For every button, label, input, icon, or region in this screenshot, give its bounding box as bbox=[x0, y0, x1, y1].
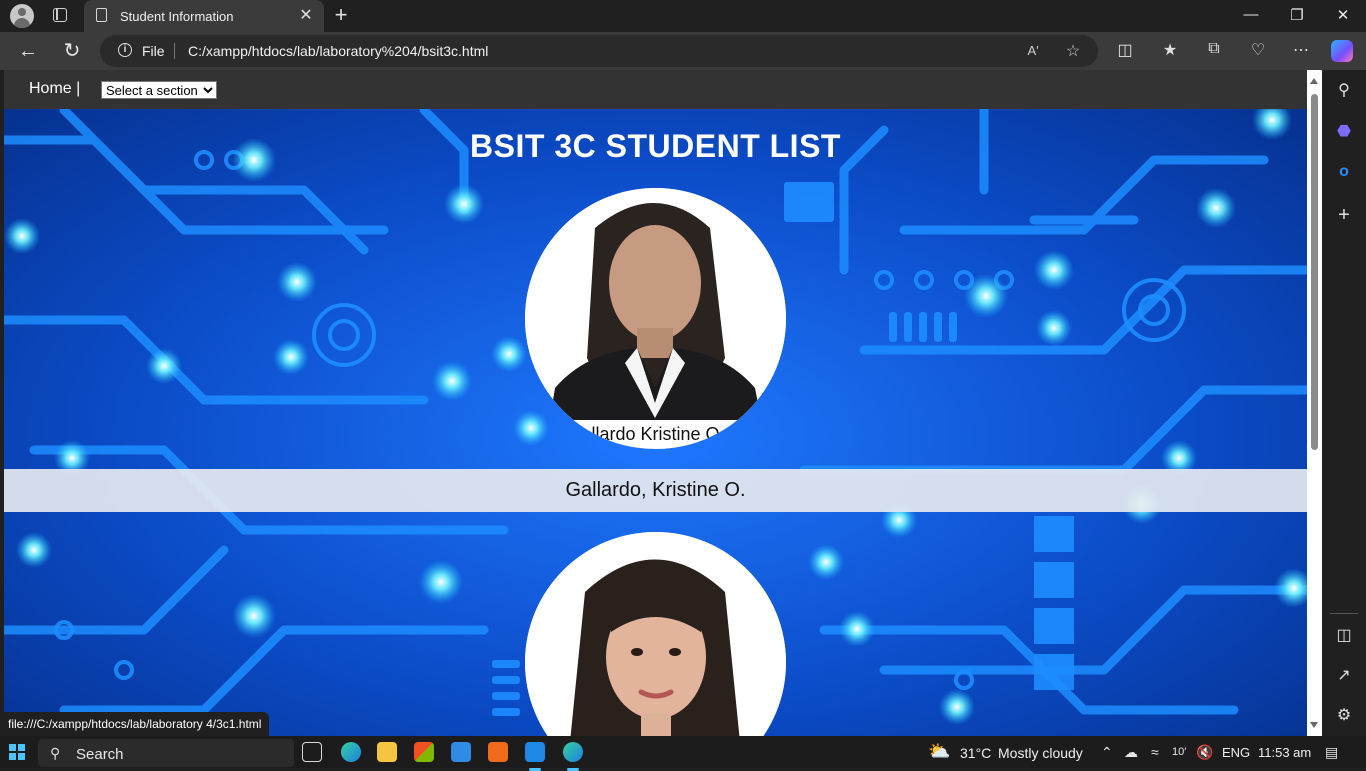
close-tab-icon[interactable]: ✕ bbox=[296, 5, 316, 25]
address-separator bbox=[174, 43, 175, 59]
site-navbar: Home | Select a section bbox=[4, 70, 1307, 109]
search-label: Search bbox=[76, 746, 124, 763]
browser-toolbar: ← ↻ i File C:/xampp/htdocs/lab/laborator… bbox=[0, 32, 1366, 70]
wifi-icon[interactable]: ≈ bbox=[1151, 744, 1159, 760]
tab-title: Student Information bbox=[120, 9, 234, 24]
new-tab-button[interactable]: + bbox=[331, 3, 351, 27]
browser-tab-bar: Student Information ✕ + — ❐ ✕ bbox=[0, 0, 1366, 32]
scroll-up-icon[interactable] bbox=[1310, 78, 1318, 84]
sidebar-add-icon[interactable]: + bbox=[1334, 205, 1354, 225]
weather-text[interactable]: Mostly cloudy bbox=[998, 745, 1083, 761]
section-select[interactable]: Select a section bbox=[101, 81, 217, 99]
browser-essentials-icon[interactable]: ♡ bbox=[1247, 40, 1269, 60]
link-status-bar: file:///C:/xampp/htdocs/lab/laboratory 4… bbox=[0, 712, 270, 736]
edge-sidebar: ⚲ ⬣ o + ◫ ↗ ⚙ bbox=[1322, 70, 1366, 736]
search-icon: ⚲ bbox=[50, 745, 61, 761]
minimize-icon[interactable]: — bbox=[1236, 6, 1266, 23]
tab-actions-icon[interactable] bbox=[53, 8, 67, 22]
file-explorer-icon[interactable] bbox=[377, 742, 397, 762]
address-scheme: File bbox=[142, 43, 165, 59]
page-title: BSIT 3C STUDENT LIST bbox=[470, 128, 841, 164]
sidebar-external-link-icon[interactable]: ↗ bbox=[1334, 666, 1354, 686]
page-scrollbar[interactable] bbox=[1307, 70, 1322, 736]
weather-icon[interactable]: ⛅ bbox=[928, 741, 950, 762]
onedrive-icon[interactable]: ☁ bbox=[1124, 744, 1138, 761]
student-photo[interactable]: llardo Kristine O bbox=[525, 188, 786, 449]
home-link[interactable]: Home | bbox=[29, 80, 80, 98]
address-bar[interactable]: i File C:/xampp/htdocs/lab/laboratory%20… bbox=[100, 35, 1098, 67]
scroll-down-icon[interactable] bbox=[1310, 722, 1318, 728]
profile-avatar-icon[interactable] bbox=[10, 4, 34, 28]
windows-taskbar: ⚲ Search ⛅ 31°C Mostly cloudy ⌃ ☁ ≈ 10′ … bbox=[0, 736, 1366, 771]
page-viewport: Home | Select a section BSIT 3C STUDENT … bbox=[4, 70, 1307, 736]
edge-app-icon[interactable] bbox=[341, 742, 361, 762]
site-info-icon[interactable]: i bbox=[118, 43, 132, 57]
more-menu-icon[interactable]: ⋯ bbox=[1290, 40, 1312, 60]
clock[interactable]: 11:53 am bbox=[1258, 745, 1311, 760]
task-view-icon[interactable] bbox=[302, 742, 322, 762]
taskbar-search[interactable]: ⚲ Search bbox=[38, 739, 294, 767]
split-screen-icon[interactable]: ◫ bbox=[1114, 40, 1136, 60]
favorites-icon[interactable]: ★ bbox=[1159, 40, 1181, 60]
vscode-icon[interactable] bbox=[525, 742, 545, 771]
weather-temp[interactable]: 31°C bbox=[960, 745, 991, 761]
sidebar-copilot-icon[interactable]: ⬣ bbox=[1334, 122, 1354, 142]
sidebar-toggle-icon[interactable]: ◫ bbox=[1334, 626, 1354, 646]
read-aloud-icon[interactable]: A′ bbox=[1022, 43, 1044, 58]
sidebar-settings-icon[interactable]: ⚙ bbox=[1334, 706, 1354, 726]
sidebar-search-icon[interactable]: ⚲ bbox=[1334, 81, 1354, 101]
xampp-icon[interactable] bbox=[488, 742, 508, 762]
photo-caption: llardo Kristine O bbox=[591, 424, 720, 444]
restore-icon[interactable]: ❐ bbox=[1282, 6, 1312, 24]
student-name-band: Gallardo, Kristine O. bbox=[4, 469, 1307, 512]
store-icon[interactable] bbox=[414, 742, 434, 762]
language-indicator[interactable]: ENG bbox=[1222, 745, 1250, 760]
notifications-icon[interactable]: ▤ bbox=[1325, 744, 1338, 761]
show-hidden-icons-icon[interactable]: ⌃ bbox=[1101, 744, 1113, 761]
keyboard-indicator-icon[interactable]: 10′ bbox=[1172, 746, 1186, 758]
student-portrait bbox=[525, 188, 786, 449]
mail-icon[interactable] bbox=[451, 742, 471, 762]
edge-active-icon[interactable] bbox=[563, 742, 583, 771]
sidebar-divider bbox=[1330, 613, 1358, 614]
refresh-icon[interactable]: ↻ bbox=[59, 38, 85, 64]
page-icon bbox=[96, 8, 107, 22]
tab-student-information[interactable]: Student Information ✕ bbox=[84, 0, 324, 32]
student-name: Gallardo, Kristine O. bbox=[565, 479, 746, 501]
window-close-icon[interactable]: ✕ bbox=[1328, 6, 1358, 24]
address-url[interactable]: C:/xampp/htdocs/lab/laboratory%204/bsit3… bbox=[188, 43, 488, 59]
back-icon[interactable]: ← bbox=[15, 38, 41, 64]
copilot-icon[interactable] bbox=[1331, 40, 1353, 62]
windows-start-icon[interactable] bbox=[9, 744, 25, 760]
scroll-thumb[interactable] bbox=[1311, 94, 1318, 450]
volume-muted-icon[interactable]: 🔇 bbox=[1196, 744, 1213, 761]
collections-icon[interactable]: ⧉ bbox=[1203, 40, 1225, 58]
sidebar-outlook-icon[interactable]: o bbox=[1334, 162, 1354, 182]
favorite-star-icon[interactable]: ☆ bbox=[1062, 41, 1084, 61]
